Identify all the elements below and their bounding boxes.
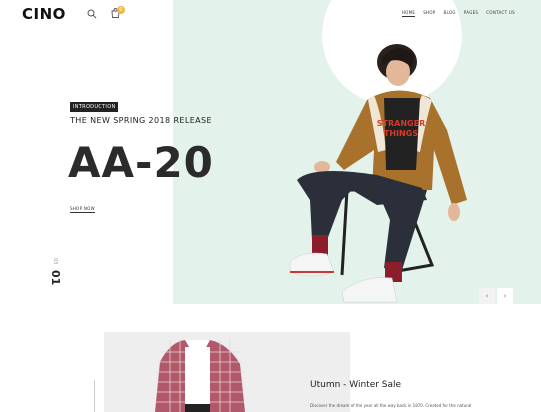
slide-current: 01 [49, 270, 62, 286]
promo-description: Discover the dream of the year all the w… [310, 403, 472, 408]
slide-total: 03 [52, 258, 58, 265]
nav-pages[interactable]: PAGES [464, 10, 479, 17]
nav-home[interactable]: HOME [401, 10, 416, 17]
introduction-tag: INTRODUCTION [70, 102, 119, 112]
nav-blog[interactable]: BLOG [444, 10, 456, 17]
promo-model-image [155, 340, 245, 412]
slider-prev-button[interactable]: ‹ [479, 288, 495, 304]
nav-contact-us[interactable]: CONTACT US [486, 10, 515, 17]
promo-title: Utumn - Winter Sale [310, 380, 402, 390]
hero-model-image: STRANGER THINGS [289, 44, 467, 303]
chevron-right-icon: › [503, 291, 507, 300]
search-icon[interactable] [87, 9, 97, 19]
nav-shop[interactable]: SHOP [423, 10, 435, 17]
cart-count-badge: 0 [117, 6, 125, 14]
slider-next-button[interactable]: › [497, 288, 513, 304]
slide-counter: 03 01 [22, 258, 62, 288]
hero-title: AA-20 [68, 138, 214, 187]
section-divider [94, 380, 95, 412]
shirt-print-line1: STRANGER [377, 119, 425, 128]
shop-now-link[interactable]: SHOP NOW [70, 206, 95, 213]
chevron-left-icon: ‹ [485, 291, 489, 300]
shirt-print-line2: THINGS [384, 129, 418, 138]
site-logo[interactable]: CINO [22, 5, 66, 23]
main-nav: HOME SHOP BLOG PAGES CONTACT US [401, 10, 515, 17]
hero-subtitle: THE NEW SPRING 2018 RELEASE [70, 116, 212, 125]
